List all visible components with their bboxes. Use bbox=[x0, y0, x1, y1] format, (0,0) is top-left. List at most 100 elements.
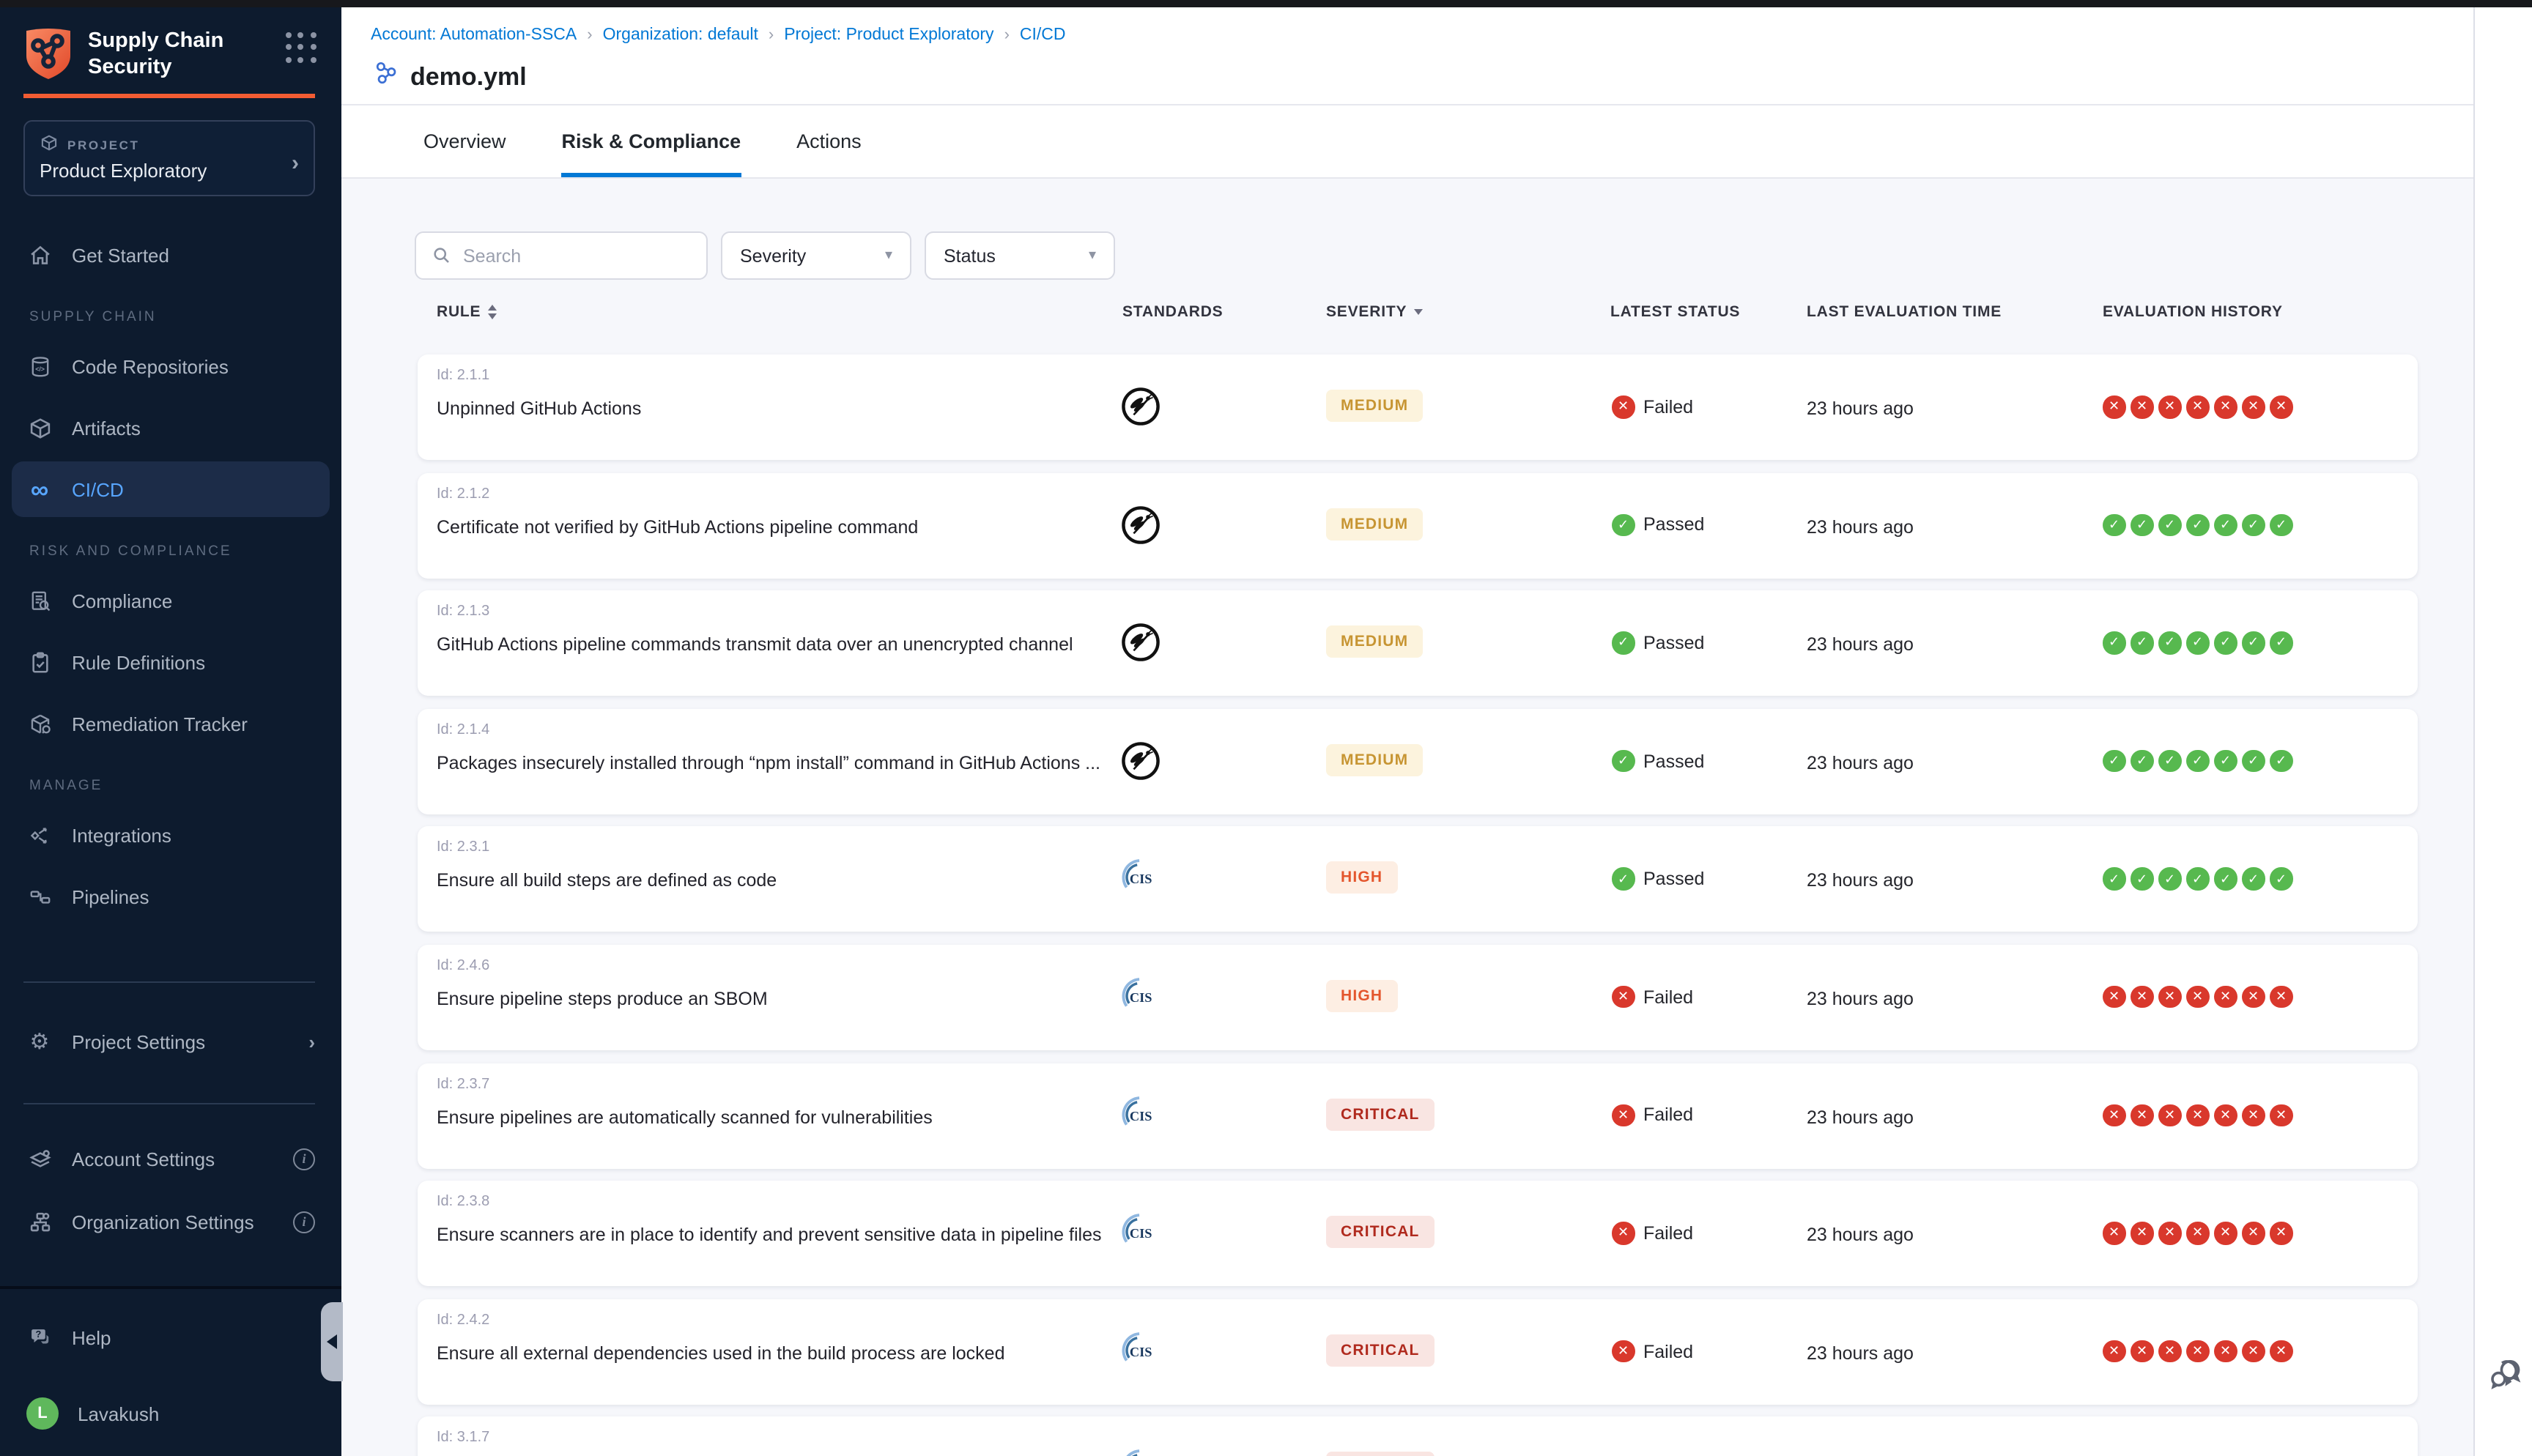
table-row[interactable]: Id: 2.3.1 Ensure all build steps are def… bbox=[418, 827, 2418, 932]
rule-name: GitHub Actions pipeline commands transmi… bbox=[437, 634, 1073, 655]
sidebar-item-integrations[interactable]: Integrations bbox=[0, 807, 341, 863]
status-passed-icon: ✓ bbox=[2131, 631, 2153, 654]
sidebar-item-code-repositories[interactable]: </>Code Repositories bbox=[0, 338, 341, 394]
project-selector[interactable]: PROJECT Product Exploratory › bbox=[23, 120, 315, 196]
sidebar-item-label: CI/CD bbox=[72, 478, 124, 500]
standard-cell bbox=[1103, 621, 1177, 671]
owasp-standard-icon bbox=[1119, 503, 1161, 553]
column-header-evaluation-history[interactable]: EVALUATION HISTORY bbox=[2103, 303, 2283, 321]
app-switcher-grid-icon[interactable] bbox=[286, 32, 318, 64]
svg-text:CIS: CIS bbox=[1129, 1344, 1152, 1359]
sidebar-item-remediation-tracker[interactable]: Remediation Tracker bbox=[0, 696, 341, 751]
status-failed-icon: ✕ bbox=[2214, 1222, 2237, 1244]
status-failed-icon: ✕ bbox=[2158, 395, 2181, 418]
table-row[interactable]: Id: 2.1.2 Certificate not verified by Gi… bbox=[418, 472, 2418, 578]
sidebar-item-ci-cd[interactable]: ∞ CI/CD bbox=[12, 461, 330, 517]
table-row[interactable]: Id: 2.3.8 Ensure scanners are in place t… bbox=[418, 1181, 2418, 1286]
table-row[interactable]: Id: 2.1.1 Unpinned GitHub Actions MEDIUM… bbox=[418, 354, 2418, 460]
column-header-last-evaluation-time[interactable]: LAST EVALUATION TIME bbox=[1807, 303, 2002, 321]
status-passed-icon: ✓ bbox=[2270, 868, 2292, 891]
severity-badge: MEDIUM bbox=[1326, 744, 1423, 776]
search-input[interactable] bbox=[463, 245, 683, 266]
gear-icon: ⚙ bbox=[26, 1028, 53, 1055]
status-passed-icon: ✓ bbox=[2158, 513, 2181, 536]
table-row[interactable]: Id: 2.4.2 Ensure all external dependenci… bbox=[418, 1299, 2418, 1405]
status-failed-icon: ✕ bbox=[2186, 1340, 2209, 1363]
tab-risk-and-compliance[interactable]: Risk & Compliance bbox=[562, 105, 741, 177]
cis-standard-icon: CIS bbox=[1119, 1211, 1161, 1261]
breadcrumb-link-0[interactable]: Account: Automation-SSCA bbox=[371, 26, 577, 44]
status-passed-icon: ✓ bbox=[2186, 513, 2209, 536]
standard-cell bbox=[1103, 740, 1177, 790]
sort-icon[interactable] bbox=[488, 305, 497, 319]
cis-standard-icon: CIS bbox=[1119, 858, 1161, 907]
rule-id: Id: 2.3.8 bbox=[437, 1194, 489, 1210]
status-label: Failed bbox=[1643, 1223, 1693, 1244]
status-passed-icon: ✓ bbox=[1612, 631, 1635, 654]
rule-id: Id: 2.3.1 bbox=[437, 840, 489, 856]
breadcrumb-link-3[interactable]: CI/CD bbox=[1020, 26, 1066, 44]
svg-text:?: ? bbox=[35, 1328, 41, 1339]
sidebar-item-project-settings[interactable]: ⚙ Project Settings › bbox=[0, 1014, 341, 1069]
status-passed-icon: ✓ bbox=[2131, 513, 2153, 536]
sidebar-item-account-settings[interactable]: Account Settings i bbox=[0, 1131, 341, 1186]
table-row[interactable]: Id: 2.4.6 Ensure pipeline steps produce … bbox=[418, 945, 2418, 1050]
sidebar-section-supply-chain: SUPPLY CHAIN bbox=[0, 303, 341, 330]
last-evaluation-time: 23 hours ago bbox=[1807, 1225, 1914, 1245]
info-icon[interactable]: i bbox=[293, 1148, 315, 1170]
owasp-standard-icon bbox=[1119, 621, 1161, 671]
table-row[interactable]: Id: 2.1.3 GitHub Actions pipeline comman… bbox=[418, 590, 2418, 696]
breadcrumb-separator: › bbox=[769, 26, 774, 44]
status-failed-icon: ✕ bbox=[1612, 1104, 1635, 1126]
help-button[interactable]: ? Help bbox=[0, 1310, 341, 1365]
rule-name: Ensure all build steps are defined as co… bbox=[437, 871, 777, 891]
sidebar-item-pipelines[interactable]: Pipelines bbox=[0, 869, 341, 924]
infinity-icon: ∞ bbox=[26, 476, 53, 502]
sort-desc-icon[interactable] bbox=[1414, 309, 1423, 315]
last-evaluation-time: 23 hours ago bbox=[1807, 1343, 1914, 1364]
last-evaluation-time: 23 hours ago bbox=[1807, 1107, 1914, 1127]
sidebar-item-organization-settings[interactable]: Organization Settings i bbox=[0, 1194, 341, 1249]
latest-status: ✓Passed bbox=[1612, 631, 1704, 654]
status-failed-icon: ✕ bbox=[2214, 1340, 2237, 1363]
table-row[interactable]: Id: 2.3.7 Ensure pipelines are automatic… bbox=[418, 1063, 2418, 1168]
severity-filter-dropdown[interactable]: Severity ▾ bbox=[721, 231, 911, 280]
breadcrumb-separator: › bbox=[1004, 26, 1010, 44]
project-cube-icon bbox=[40, 133, 59, 155]
status-passed-icon: ✓ bbox=[2186, 750, 2209, 773]
pipelines-icon bbox=[26, 883, 53, 910]
column-header-severity[interactable]: SEVERITY bbox=[1326, 303, 1423, 321]
status-filter-dropdown[interactable]: Status ▾ bbox=[925, 231, 1115, 280]
status-passed-icon: ✓ bbox=[2131, 868, 2153, 891]
chat-bubbles-icon[interactable] bbox=[2487, 1355, 2525, 1393]
column-header-standards[interactable]: STANDARDS bbox=[1122, 303, 1224, 321]
owasp-standard-icon bbox=[1119, 385, 1161, 435]
table-row[interactable]: Id: 3.1.7 CIS CRITICAL ✕Failed 23 hours … bbox=[418, 1417, 2418, 1456]
status-failed-icon: ✕ bbox=[2214, 986, 2237, 1009]
breadcrumb-link-1[interactable]: Organization: default bbox=[603, 26, 758, 44]
standard-cell: CIS bbox=[1103, 1448, 1177, 1456]
sidebar-item-compliance[interactable]: Compliance bbox=[0, 573, 341, 628]
severity-badge: CRITICAL bbox=[1326, 1334, 1435, 1367]
status-passed-icon: ✓ bbox=[2103, 750, 2125, 773]
status-label: Passed bbox=[1643, 869, 1704, 889]
tab-actions[interactable]: Actions bbox=[796, 105, 862, 177]
status-failed-icon: ✕ bbox=[2103, 1222, 2125, 1244]
status-failed-icon: ✕ bbox=[2214, 395, 2237, 418]
sidebar-item-artifacts[interactable]: Artifacts bbox=[0, 400, 341, 456]
sidebar-collapse-handle[interactable] bbox=[321, 1302, 343, 1381]
rule-name: Packages insecurely installed through “n… bbox=[437, 753, 1100, 773]
info-icon[interactable]: i bbox=[293, 1211, 315, 1233]
sidebar-item-rule-definitions[interactable]: Rule Definitions bbox=[0, 634, 341, 690]
sidebar-item-get-started[interactable]: Get Started bbox=[0, 227, 341, 283]
page-header: Account: Automation-SSCA › Organization: d… bbox=[341, 7, 2473, 105]
user-menu[interactable]: L Lavakush bbox=[0, 1386, 341, 1441]
tab-overview[interactable]: Overview bbox=[423, 105, 506, 177]
window-top-edge bbox=[0, 0, 2532, 7]
column-header-rule[interactable]: RULE bbox=[437, 303, 497, 321]
standard-cell: CIS bbox=[1103, 1330, 1177, 1380]
breadcrumb-link-2[interactable]: Project: Product Exploratory bbox=[784, 26, 993, 44]
table-row[interactable]: Id: 2.1.4 Packages insecurely installed … bbox=[418, 709, 2418, 814]
column-header-latest-status[interactable]: LATEST STATUS bbox=[1610, 303, 1740, 321]
status-failed-icon: ✕ bbox=[2270, 1104, 2292, 1126]
